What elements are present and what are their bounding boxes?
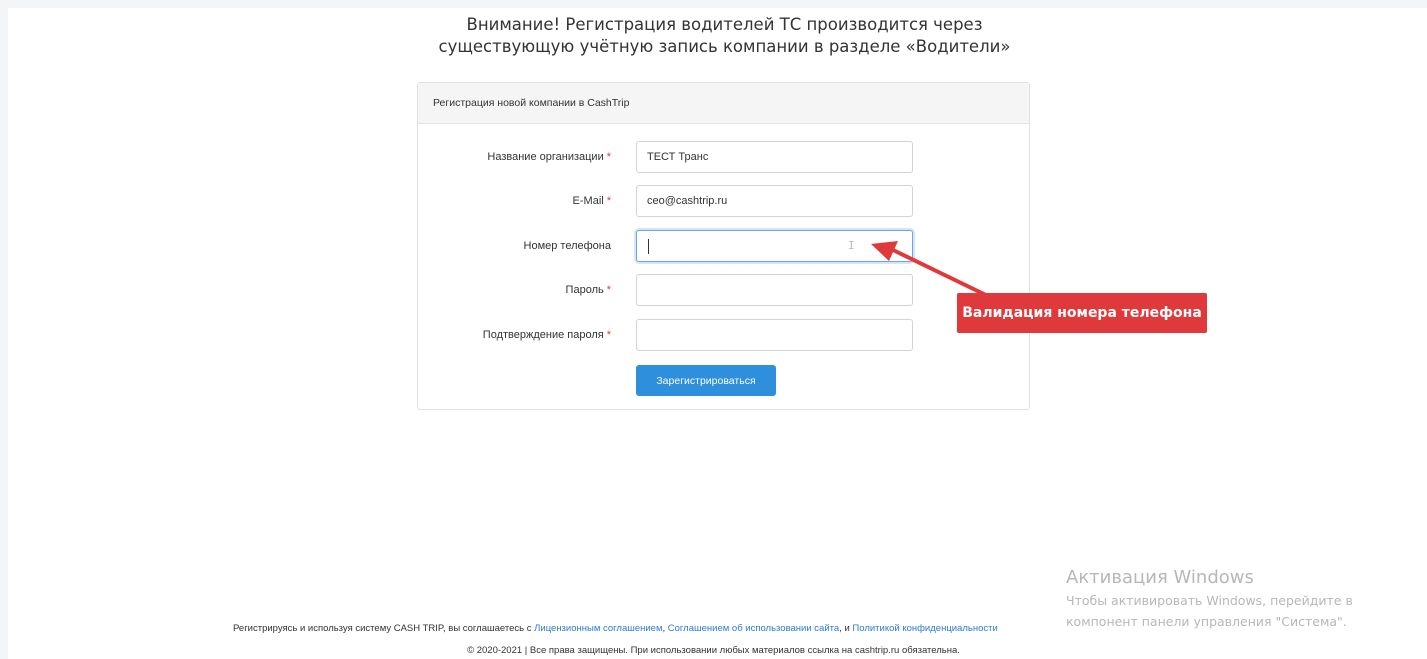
email-input[interactable] [636, 185, 913, 217]
required-mark: * [606, 284, 611, 296]
windows-activation-watermark: Активация Windows Чтобы активировать Win… [1066, 566, 1353, 632]
registration-panel: Регистрация новой компании в CashTrip На… [417, 82, 1030, 410]
notice-line-2: существующую учётную запись компании в р… [438, 37, 1011, 56]
notice-line-1: Внимание! Регистрация водителей ТС произ… [466, 15, 983, 34]
password-label: Пароль * [565, 284, 611, 296]
password-input[interactable] [636, 274, 913, 306]
ibeam-cursor-icon: I [848, 239, 855, 252]
phone-label: Номер телефона [523, 240, 611, 252]
agreement-footer: Регистрируясь и используя систему CASH T… [233, 623, 998, 634]
register-button[interactable]: Зарегистрироваться [636, 365, 776, 396]
email-row: E-Mail * [418, 185, 1029, 217]
phone-input[interactable] [636, 230, 913, 262]
password-confirm-input[interactable] [636, 319, 913, 351]
password-confirm-label: Подтверждение пароля * [482, 329, 611, 341]
panel-heading: Регистрация новой компании в CashTrip [418, 83, 1029, 124]
organization-label: Название организации * [487, 151, 611, 163]
organization-name-input[interactable] [636, 141, 913, 173]
footer-separator: , и [839, 623, 853, 634]
driver-registration-notice: Внимание! Регистрация водителей ТС произ… [0, 14, 1427, 58]
organization-row: Название организации * [418, 141, 1029, 173]
copyright-footer: © 2020-2021 | Все права защищены. При ис… [467, 645, 960, 656]
phone-row: Номер телефона I [418, 230, 1029, 262]
password-row: Пароль * [418, 274, 1029, 306]
privacy-policy-link[interactable]: Политикой конфиденциальности [852, 623, 997, 634]
required-mark: * [606, 195, 611, 207]
required-mark: * [606, 329, 611, 341]
footer-prefix: Регистрируясь и используя систему CASH T… [233, 623, 535, 634]
email-label: E-Mail * [572, 195, 611, 207]
site-usage-agreement-link[interactable]: Соглашением об использовании сайта [668, 623, 839, 634]
required-mark: * [606, 151, 611, 163]
license-agreement-link[interactable]: Лицензионным соглашением [534, 623, 662, 634]
watermark-line-2: компонент панели управления "Система". [1066, 614, 1347, 629]
watermark-line-1: Чтобы активировать Windows, перейдите в [1066, 593, 1353, 608]
text-caret [648, 239, 649, 254]
watermark-title: Активация Windows [1066, 567, 1254, 588]
phone-validation-callout: Валидация номера телефона [957, 293, 1207, 333]
password-confirm-row: Подтверждение пароля * [418, 319, 1029, 351]
